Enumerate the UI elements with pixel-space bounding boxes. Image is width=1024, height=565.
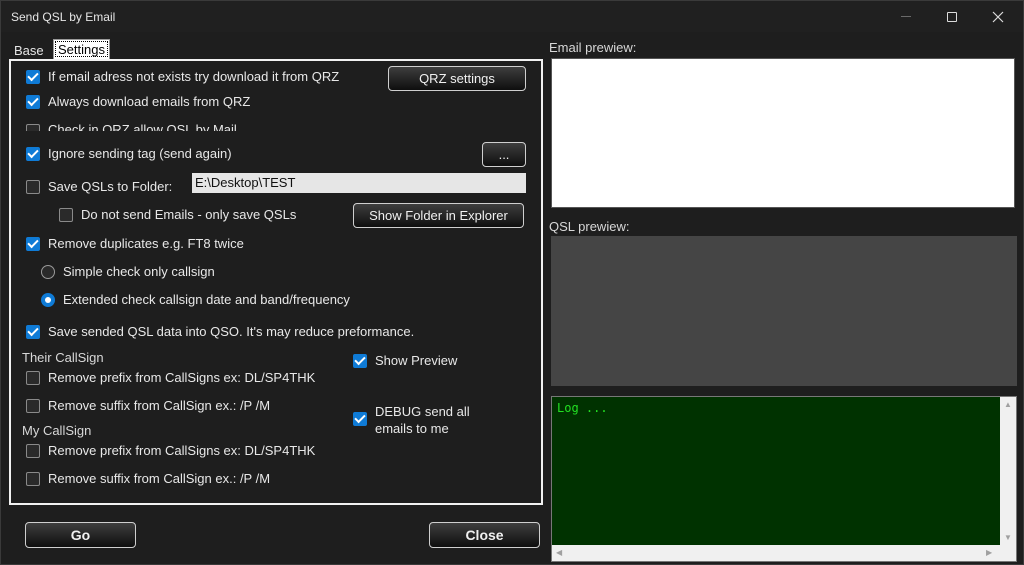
ignore-tag-checkbox[interactable]: [26, 146, 40, 161]
debug-send-label-line2: emails to me: [375, 421, 449, 436]
their-remove-suffix-option[interactable]: Remove suffix from CallSign ex.: /P /M: [26, 398, 270, 413]
their-remove-suffix-label: Remove suffix from CallSign ex.: /P /M: [48, 398, 271, 413]
log-area[interactable]: Log ... ▲ ▼ ◀ ▶: [551, 396, 1017, 562]
scroll-down-icon[interactable]: ▼: [1004, 533, 1012, 542]
my-remove-suffix-checkbox[interactable]: [26, 471, 40, 486]
scroll-right-icon[interactable]: ▶: [986, 548, 992, 557]
show-folder-button[interactable]: Show Folder in Explorer: [353, 203, 524, 228]
tab-settings[interactable]: Settings: [53, 39, 110, 59]
save-to-folder-label: Save QSLs to Folder:: [48, 179, 173, 194]
check-qrz-allow-label: Check in QRZ allow QSL by Mail: [48, 122, 237, 131]
check-qrz-allow-checkbox[interactable]: [26, 124, 40, 131]
do-not-send-label: Do not send Emails - only save QSLs: [81, 207, 297, 222]
show-preview-checkbox[interactable]: [353, 353, 367, 368]
simple-check-option[interactable]: Simple check only callsign: [41, 264, 215, 279]
tab-base[interactable]: Base: [10, 41, 48, 61]
log-horizontal-scrollbar[interactable]: ◀ ▶: [552, 545, 1016, 561]
maximize-button[interactable]: [929, 1, 975, 32]
simple-check-radio[interactable]: [41, 264, 55, 279]
close-button[interactable]: Close: [429, 522, 540, 548]
save-to-folder-option[interactable]: Save QSLs to Folder:: [26, 179, 172, 194]
close-icon: [992, 11, 1004, 22]
debug-send-label: DEBUG send all emails to me: [375, 403, 470, 437]
simple-check-label: Simple check only callsign: [63, 264, 215, 279]
my-remove-suffix-label: Remove suffix from CallSign ex.: /P /M: [48, 471, 271, 486]
qsl-preview-label: QSL prewiew:: [549, 219, 630, 234]
email-not-exists-option[interactable]: If email adress not exists try download …: [26, 69, 339, 84]
my-remove-prefix-option[interactable]: Remove prefix from CallSigns ex: DL/SP4T…: [26, 443, 315, 458]
their-callsign-heading: Their CallSign: [22, 350, 104, 365]
scroll-up-icon[interactable]: ▲: [1004, 400, 1012, 409]
debug-send-label-line1: DEBUG send all: [375, 404, 470, 419]
minimize-button[interactable]: [883, 1, 929, 32]
title-bar: Send QSL by Email: [1, 1, 1023, 32]
save-to-folder-checkbox[interactable]: [26, 179, 40, 194]
always-download-option[interactable]: Always download emails from QRZ: [26, 94, 250, 109]
qsl-preview-area: [551, 236, 1017, 386]
remove-duplicates-checkbox[interactable]: [26, 236, 40, 251]
my-callsign-heading: My CallSign: [22, 423, 92, 438]
minimize-icon: [901, 16, 911, 17]
their-remove-suffix-checkbox[interactable]: [26, 398, 40, 413]
email-preview-label: Email prewiew:: [549, 40, 637, 55]
remove-duplicates-label: Remove duplicates e.g. FT8 twice: [48, 236, 244, 251]
save-sended-checkbox[interactable]: [26, 324, 40, 339]
window-title: Send QSL by Email: [11, 10, 116, 24]
my-remove-prefix-checkbox[interactable]: [26, 443, 40, 458]
their-remove-prefix-label: Remove prefix from CallSigns ex: DL/SP4T…: [48, 370, 316, 385]
email-preview-area: [551, 58, 1015, 208]
go-button[interactable]: Go: [25, 522, 136, 548]
remove-duplicates-option[interactable]: Remove duplicates e.g. FT8 twice: [26, 236, 244, 251]
folder-path-field[interactable]: E:\Desktop\TEST: [192, 173, 526, 193]
my-remove-suffix-option[interactable]: Remove suffix from CallSign ex.: /P /M: [26, 471, 270, 486]
extended-check-label: Extended check callsign date and band/fr…: [63, 292, 350, 307]
maximize-icon: [947, 11, 957, 22]
check-qrz-allow-option[interactable]: Check in QRZ allow QSL by Mail: [26, 121, 237, 131]
show-preview-option[interactable]: Show Preview: [353, 353, 457, 368]
browse-folder-button[interactable]: ...: [482, 142, 526, 167]
ignore-tag-label: Ignore sending tag (send again): [48, 146, 232, 161]
save-sended-option[interactable]: Save sended QSL data into QSO. It's may …: [26, 324, 414, 339]
ignore-tag-option[interactable]: Ignore sending tag (send again): [26, 146, 232, 161]
debug-send-option[interactable]: DEBUG send all emails to me: [353, 403, 470, 437]
extended-check-option[interactable]: Extended check callsign date and band/fr…: [41, 292, 350, 307]
email-not-exists-checkbox[interactable]: [26, 69, 40, 84]
show-preview-label: Show Preview: [375, 353, 458, 368]
extended-check-radio[interactable]: [41, 292, 55, 307]
qrz-settings-button[interactable]: QRZ settings: [388, 66, 526, 91]
my-remove-prefix-label: Remove prefix from CallSigns ex: DL/SP4T…: [48, 443, 316, 458]
always-download-checkbox[interactable]: [26, 94, 40, 109]
save-sended-label: Save sended QSL data into QSO. It's may …: [48, 324, 415, 339]
email-not-exists-label: If email adress not exists try download …: [48, 69, 340, 84]
do-not-send-option[interactable]: Do not send Emails - only save QSLs: [59, 207, 296, 222]
window-close-button[interactable]: [975, 1, 1021, 32]
debug-send-checkbox[interactable]: [353, 412, 367, 426]
log-text: Log ...: [557, 401, 608, 415]
settings-panel: If email adress not exists try download …: [9, 59, 543, 505]
do-not-send-checkbox[interactable]: [59, 207, 73, 222]
send-qsl-window: Send QSL by Email Base Settings If email…: [0, 0, 1024, 565]
always-download-label: Always download emails from QRZ: [48, 94, 251, 109]
their-remove-prefix-checkbox[interactable]: [26, 370, 40, 385]
log-vertical-scrollbar[interactable]: ▲ ▼: [1000, 397, 1016, 545]
their-remove-prefix-option[interactable]: Remove prefix from CallSigns ex: DL/SP4T…: [26, 370, 315, 385]
scroll-left-icon[interactable]: ◀: [556, 548, 562, 557]
